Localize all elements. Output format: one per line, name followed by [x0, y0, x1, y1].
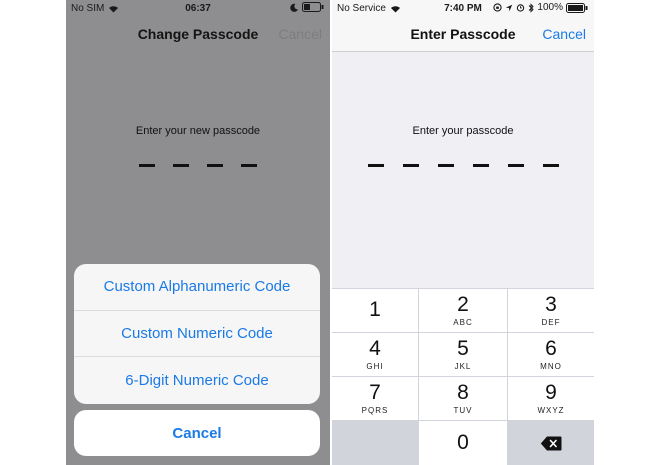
- sheet-cancel-group: Cancel: [74, 410, 320, 456]
- key-2[interactable]: 2 ABC: [419, 289, 507, 332]
- key-6[interactable]: 6 MNO: [508, 333, 594, 376]
- passcode-slot: [402, 164, 419, 167]
- passcode-dashes: [66, 164, 330, 167]
- passcode-slot: [139, 164, 155, 167]
- option-custom-alphanumeric[interactable]: Custom Alphanumeric Code: [74, 264, 320, 311]
- battery-icon: [566, 2, 588, 13]
- moon-icon: [290, 3, 299, 12]
- option-6-digit-numeric[interactable]: 6-Digit Numeric Code: [74, 357, 320, 404]
- option-custom-numeric[interactable]: Custom Numeric Code: [74, 311, 320, 358]
- key-letters: WXYZ: [537, 406, 565, 415]
- key-3[interactable]: 3 DEF: [508, 289, 594, 332]
- passcode-dashes: [332, 164, 594, 167]
- numeric-keypad: 1 2 ABC 3 DEF 4 GHI 5 JKL 6 MNO 7 PQRS 8: [332, 288, 594, 465]
- key-digit: 1: [369, 297, 381, 321]
- key-digit: 5: [457, 337, 469, 360]
- passcode-slot: [207, 164, 223, 167]
- passcode-slot: [437, 164, 454, 167]
- key-letters: GHI: [366, 362, 384, 371]
- key-letters: PQRS: [361, 406, 389, 415]
- key-digit: 2: [457, 293, 469, 316]
- key-5[interactable]: 5 JKL: [419, 333, 507, 376]
- key-letters: JKL: [454, 362, 472, 371]
- key-letters: ABC: [453, 318, 473, 327]
- delete-key-icon: [540, 436, 562, 450]
- key-blank: [332, 421, 418, 465]
- key-digit: 9: [545, 381, 557, 404]
- bluetooth-icon: [529, 2, 535, 13]
- key-digit: 7: [369, 381, 381, 404]
- passcode-slot: [507, 164, 524, 167]
- key-digit: 4: [369, 337, 381, 360]
- key-digit: 0: [457, 431, 469, 454]
- location-arrow-icon: [506, 4, 513, 11]
- battery-percent: 100%: [537, 2, 563, 13]
- key-4[interactable]: 4 GHI: [332, 333, 418, 376]
- key-9[interactable]: 9 WXYZ: [508, 377, 594, 420]
- key-digit: 3: [545, 293, 557, 316]
- change-passcode-screen: No SIM 06:37 Change Passcode Cancel Ente…: [66, 0, 330, 465]
- sheet-cancel-button[interactable]: Cancel: [74, 410, 320, 456]
- passcode-slot: [472, 164, 489, 167]
- delete-key[interactable]: [508, 421, 594, 465]
- key-8[interactable]: 8 TUV: [419, 377, 507, 420]
- passcode-slot: [241, 164, 257, 167]
- alarm-icon: [517, 4, 525, 12]
- nav-cancel-button[interactable]: Cancel: [542, 26, 586, 42]
- nav-bar: Change Passcode Cancel: [66, 18, 330, 52]
- passcode-slot: [173, 164, 189, 167]
- key-letters: MNO: [540, 362, 562, 371]
- passcode-slot: [542, 164, 559, 167]
- passcode-prompt: Enter your passcode: [412, 125, 514, 137]
- nav-bar: Enter Passcode Cancel: [332, 18, 594, 52]
- nav-cancel-button[interactable]: Cancel: [278, 26, 322, 42]
- key-letters: DEF: [541, 318, 561, 327]
- status-bar: No SIM 06:37: [66, 0, 330, 18]
- lock-rotation-icon: [493, 3, 503, 12]
- key-1[interactable]: 1: [332, 289, 418, 332]
- enter-passcode-screen: No Service 7:40 PM 100% Enter Passcode C…: [332, 0, 594, 465]
- status-bar: No Service 7:40 PM 100%: [332, 0, 594, 18]
- key-7[interactable]: 7 PQRS: [332, 377, 418, 420]
- passcode-options-sheet: Custom Alphanumeric Code Custom Numeric …: [74, 264, 320, 404]
- passcode-prompt: Enter your new passcode: [135, 125, 261, 137]
- key-digit: 8: [457, 381, 469, 404]
- key-letters: TUV: [453, 406, 473, 415]
- battery-icon: [302, 2, 324, 12]
- passcode-slot: [367, 164, 384, 167]
- key-digit: 6: [545, 337, 557, 360]
- key-0[interactable]: 0: [419, 421, 507, 465]
